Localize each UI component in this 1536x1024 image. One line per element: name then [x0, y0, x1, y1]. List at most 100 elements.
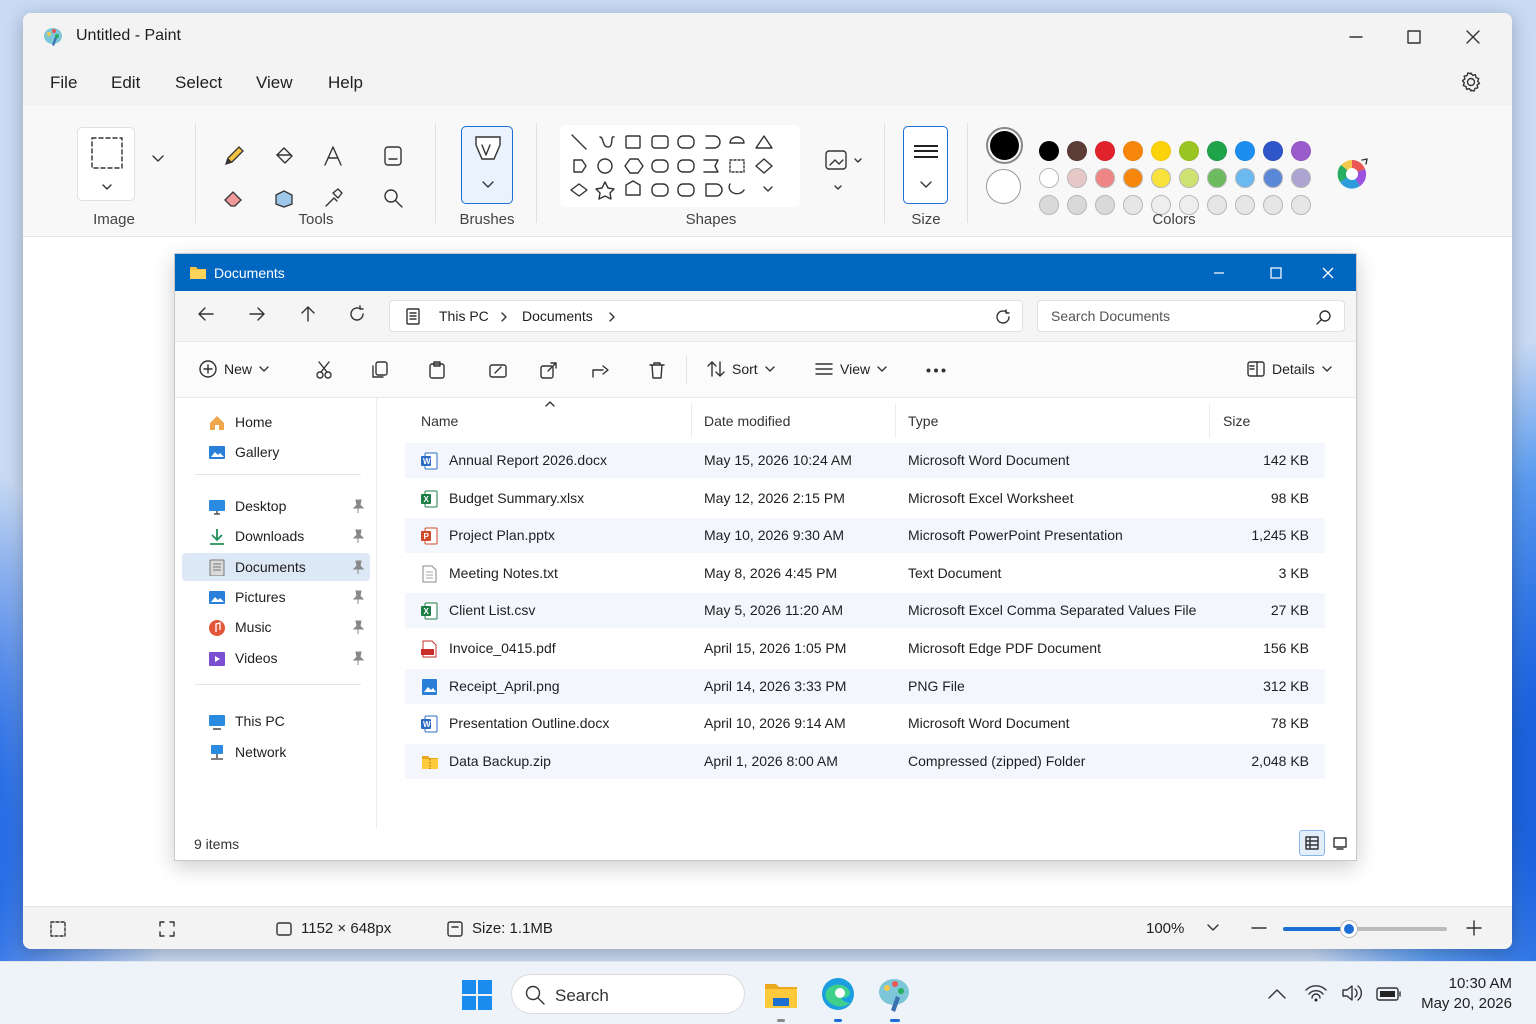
- search-box[interactable]: Search Documents: [1037, 300, 1345, 332]
- sidebar-item-pictures[interactable]: Pictures: [182, 583, 370, 611]
- settings-gear-icon[interactable]: [1460, 71, 1482, 93]
- up-arrow-icon[interactable]: [299, 305, 317, 323]
- color-swatch[interactable]: [1291, 141, 1311, 161]
- sidebar-item-this-pc[interactable]: This PC: [182, 707, 370, 735]
- explorer-maximize-button[interactable]: [1253, 254, 1299, 291]
- color-swatch[interactable]: [1151, 168, 1171, 188]
- clock[interactable]: 10:30 AM May 20, 2026: [1421, 974, 1512, 1014]
- forward-arrow-icon[interactable]: [248, 305, 266, 323]
- column-header-size[interactable]: Size: [1223, 413, 1250, 429]
- sidebar-item-videos[interactable]: Videos: [182, 644, 370, 672]
- pin-icon[interactable]: [352, 499, 364, 513]
- color-swatch[interactable]: [1039, 195, 1059, 215]
- menu-select[interactable]: Select: [175, 73, 222, 93]
- pin-icon[interactable]: [352, 590, 364, 604]
- paste-icon[interactable]: [428, 361, 446, 379]
- primary-color-swatch[interactable]: [986, 127, 1023, 164]
- color-swatch[interactable]: [1179, 168, 1199, 188]
- details-view-button[interactable]: [1299, 830, 1325, 856]
- view-button[interactable]: View: [815, 360, 887, 378]
- brushes-button[interactable]: [461, 126, 513, 204]
- color-swatch[interactable]: [1263, 141, 1283, 161]
- color-swatch[interactable]: [1095, 168, 1115, 188]
- sidebar-item-downloads[interactable]: Downloads: [182, 522, 370, 550]
- chevron-up-icon[interactable]: [1268, 989, 1286, 999]
- color-swatch[interactable]: [1291, 168, 1311, 188]
- color-swatch[interactable]: [1151, 141, 1171, 161]
- shape-outline-icon[interactable]: [825, 149, 865, 195]
- file-row[interactable]: Receipt_April.png April 14, 2026 3:33 PM P…: [405, 668, 1325, 704]
- pin-icon[interactable]: [352, 529, 364, 543]
- menu-edit[interactable]: Edit: [111, 73, 140, 93]
- color-swatch[interactable]: [1123, 168, 1143, 188]
- refresh-icon[interactable]: [348, 305, 366, 323]
- taskbar-search[interactable]: Search: [511, 974, 745, 1014]
- tiles-view-button[interactable]: [1327, 830, 1353, 856]
- rename-icon[interactable]: [489, 361, 507, 379]
- color-swatch[interactable]: [1207, 168, 1227, 188]
- close-button[interactable]: [1450, 23, 1496, 51]
- color-swatch[interactable]: [1263, 168, 1283, 188]
- zoom-in-icon[interactable]: [1466, 920, 1482, 936]
- sidebar-item-documents[interactable]: Documents: [182, 553, 370, 581]
- color-picker-tool[interactable]: [269, 183, 299, 213]
- color-swatch[interactable]: [1095, 195, 1115, 215]
- sidebar-item-music[interactable]: Music: [182, 613, 370, 641]
- pin-icon[interactable]: [352, 560, 364, 574]
- back-arrow-icon[interactable]: [197, 305, 215, 323]
- column-header-name[interactable]: Name: [421, 413, 458, 429]
- delete-icon[interactable]: [648, 361, 666, 379]
- zoom-slider-thumb[interactable]: [1340, 921, 1357, 937]
- pencil-tool[interactable]: [219, 141, 249, 171]
- file-row[interactable]: Meeting Notes.txt May 8, 2026 4:45 PM Text…: [405, 556, 1325, 591]
- color-swatch[interactable]: [1235, 141, 1255, 161]
- secondary-color-swatch[interactable]: [986, 169, 1021, 204]
- explorer-close-button[interactable]: [1305, 254, 1351, 291]
- details-pane-button[interactable]: Details: [1247, 360, 1332, 378]
- select-tool-button[interactable]: [77, 127, 135, 201]
- pin-icon[interactable]: [352, 620, 364, 634]
- color-swatch[interactable]: [1263, 195, 1283, 215]
- file-row[interactable]: Invoice_0415.pdf April 15, 2026 1:05 PM Mi…: [405, 631, 1325, 666]
- new-button[interactable]: New: [199, 360, 269, 378]
- maximize-button[interactable]: [1391, 23, 1437, 51]
- share-arrow-icon[interactable]: [591, 361, 611, 379]
- chevron-down-icon[interactable]: [1207, 924, 1219, 932]
- sidebar-item-desktop[interactable]: Desktop: [182, 492, 370, 520]
- file-row[interactable]: X Client List.csv May 5, 2026 11:20 AM Micr…: [405, 593, 1325, 629]
- explorer-minimize-button[interactable]: [1196, 254, 1242, 291]
- magnifier-tool[interactable]: [378, 183, 408, 213]
- volume-icon[interactable]: [1341, 984, 1363, 1002]
- color-swatch[interactable]: [1039, 141, 1059, 161]
- refresh-icon[interactable]: [995, 309, 1011, 325]
- file-row[interactable]: Data Backup.zip April 1, 2026 8:00 AM Comp…: [405, 743, 1325, 779]
- sidebar-item-home[interactable]: Home: [182, 408, 370, 436]
- pin-icon[interactable]: [352, 651, 364, 665]
- color-swatch[interactable]: [1067, 168, 1087, 188]
- file-explorer-icon[interactable]: [763, 976, 799, 1012]
- zoom-out-icon[interactable]: [1251, 920, 1267, 936]
- start-windows-icon[interactable]: [461, 979, 497, 1015]
- sort-button[interactable]: Sort: [707, 360, 775, 378]
- sidebar-item-network[interactable]: Network: [182, 738, 370, 766]
- battery-icon[interactable]: [1376, 987, 1402, 1001]
- column-header-date[interactable]: Date modified: [704, 413, 790, 429]
- dropper-tool[interactable]: [318, 183, 348, 213]
- address-bar[interactable]: This PC Documents: [389, 300, 1023, 332]
- wifi-icon[interactable]: [1305, 984, 1327, 1002]
- edit-colors-icon[interactable]: [1336, 156, 1370, 190]
- breadcrumb-this-pc[interactable]: This PC: [439, 308, 489, 324]
- text-tool[interactable]: [318, 141, 348, 171]
- chevron-down-icon[interactable]: [152, 155, 164, 163]
- clipboard-tool[interactable]: [378, 141, 408, 171]
- column-header-type[interactable]: Type: [908, 413, 938, 429]
- color-swatch[interactable]: [1179, 141, 1199, 161]
- file-row[interactable]: W Presentation Outline.docx April 10, 2026…: [405, 706, 1325, 741]
- eraser-tool[interactable]: [219, 183, 249, 213]
- color-swatch[interactable]: [1095, 141, 1115, 161]
- color-swatch[interactable]: [1235, 195, 1255, 215]
- zoom-level[interactable]: 100%: [1146, 920, 1184, 937]
- paint-taskbar-icon[interactable]: [876, 976, 912, 1012]
- breadcrumb-documents[interactable]: Documents: [522, 308, 593, 324]
- file-row[interactable]: W Annual Report 2026.docx May 15, 2026 10:…: [405, 443, 1325, 478]
